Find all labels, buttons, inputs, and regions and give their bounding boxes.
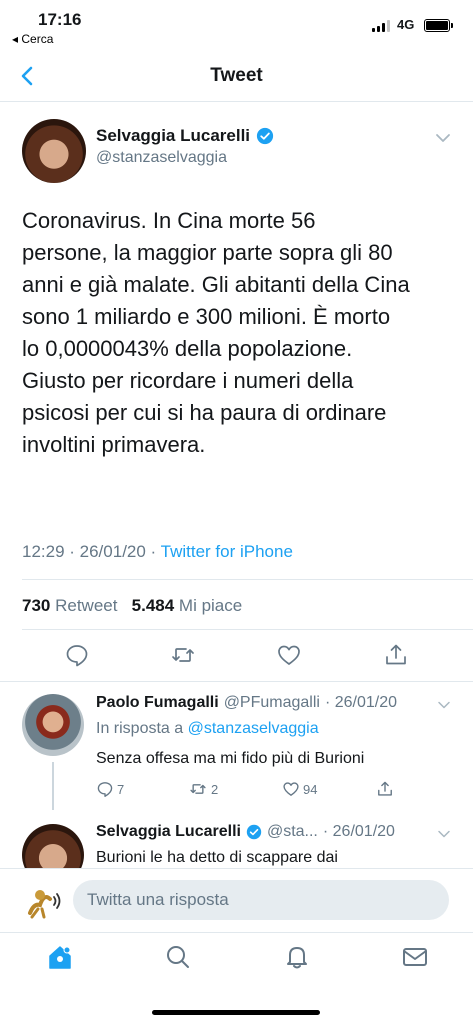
reply-author-handle[interactable]: @PFumagalli [224,694,320,712]
share-icon[interactable] [383,642,409,668]
signal-icon [372,20,390,32]
status-time: 17:16 [38,10,82,29]
network-type: 4G [397,17,415,32]
tweet-actions [0,642,473,672]
chevron-down-icon[interactable] [435,132,451,144]
bell-icon[interactable] [283,943,311,971]
author-handle[interactable]: @stanzaselvaggia [96,149,227,167]
tweet-stats: 730 Retweet 5.484 Mi piace [22,596,242,616]
reply-tweet[interactable]: Selvaggia Lucarelli @sta... · 26/01/20 B… [0,810,473,868]
divider [0,681,473,682]
tweet-text: Coronavirus. In Cina morte 56 persone, l… [22,208,410,457]
reply-compose-bar: Twitta una risposta [0,868,473,932]
reply-count: 7 [117,781,125,797]
mail-icon[interactable] [401,943,429,971]
navigation-bar: Tweet [0,50,473,102]
divider [22,579,473,580]
reply-icon[interactable] [64,642,90,668]
avatar[interactable] [22,824,84,868]
reply-date: · 26/01/20 [322,823,395,840]
reply-text: Senza offesa ma mi fido più di Burioni [96,750,365,767]
thread-line [52,762,54,810]
tweet-source-link[interactable]: Twitter for iPhone [161,542,293,561]
home-indicator [152,1010,320,1015]
retweet-icon[interactable] [188,780,208,798]
heart-icon[interactable] [276,642,302,668]
share-icon[interactable] [376,780,394,798]
avatar[interactable] [22,694,84,756]
reply-author-name[interactable]: Selvaggia Lucarelli [96,823,241,841]
verified-icon [256,127,274,145]
chevron-down-icon[interactable] [437,700,451,710]
reply-icon[interactable] [96,780,114,798]
reply-to-label: In risposta a [96,720,188,737]
retweet-count: 2 [211,781,219,797]
like-label[interactable]: Mi piace [174,596,242,615]
page-title: Tweet [210,65,263,86]
heart-icon[interactable] [282,780,300,798]
home-icon[interactable] [46,943,74,971]
status-bar: 17:16 ◂ Cerca 4G [0,0,473,50]
back-to-app-link[interactable]: ◂ Cerca [12,32,53,46]
reply-date: · 26/01/20 [324,694,398,711]
chevron-down-icon[interactable] [437,829,451,839]
avatar[interactable] [22,119,86,183]
retweet-label[interactable]: Retweet [50,596,117,615]
divider [22,629,473,630]
reply-input[interactable]: Twitta una risposta [73,880,449,920]
like-count[interactable]: 5.484 [132,596,175,615]
retweet-icon[interactable] [170,642,196,668]
like-count: 94 [303,781,318,797]
retweet-count[interactable]: 730 [22,596,50,615]
author-name[interactable]: Selvaggia Lucarelli [96,126,250,146]
verified-icon [246,824,262,840]
tab-bar [0,932,473,1024]
reply-actions: 7 2 94 [96,780,456,800]
reply-text: Burioni le ha detto di scappare dai [96,849,338,866]
battery-icon [424,19,453,32]
gif-icon[interactable] [24,883,64,921]
search-icon[interactable] [164,943,192,971]
reply-to-line: In risposta a @stanzaselvaggia [96,720,319,738]
reply-author-handle[interactable]: @sta... [267,823,318,841]
reply-to-handle[interactable]: @stanzaselvaggia [188,720,319,737]
reply-author-name[interactable]: Paolo Fumagalli [96,694,219,712]
tweet-timestamp: 12:29 · 26/01/20 · [22,542,161,561]
tweet-meta: 12:29 · 26/01/20 · Twitter for iPhone [22,542,293,562]
